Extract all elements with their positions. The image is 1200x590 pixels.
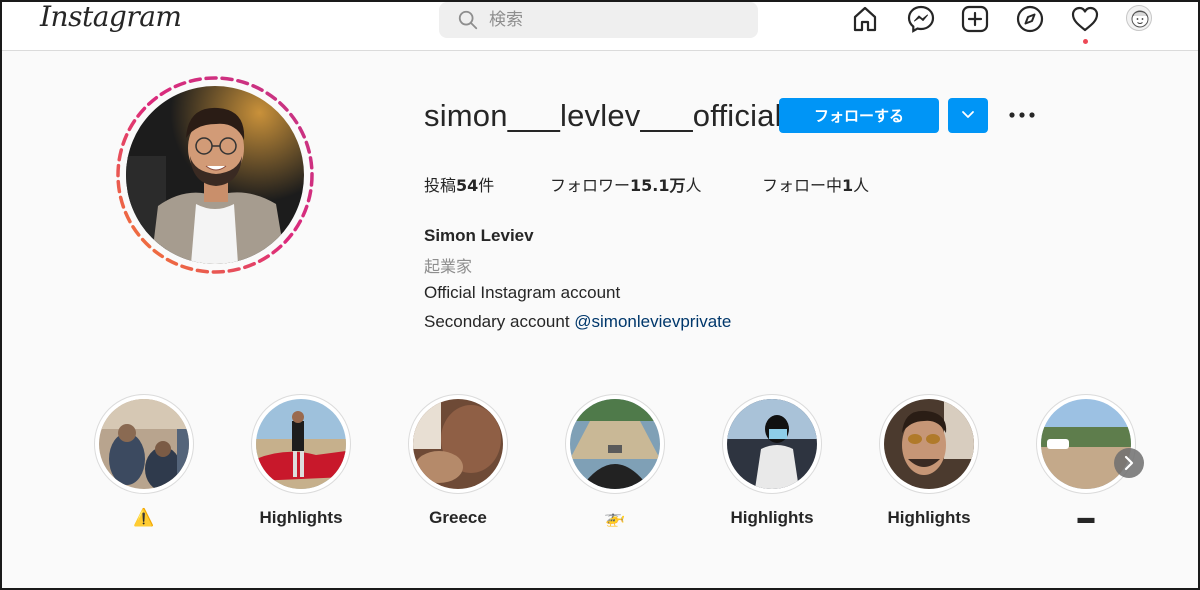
highlight-label: 🚁: [604, 508, 626, 527]
highlight-label: ▬: [1077, 508, 1095, 527]
profile-full-name: Simon Leviev: [424, 226, 534, 245]
profile-photo: [126, 86, 304, 264]
highlight-cover: [727, 399, 817, 489]
messenger-icon[interactable]: [906, 4, 936, 34]
bio-line-1: Official Instagram account: [424, 283, 621, 302]
posts-count: 投稿54件: [424, 176, 495, 195]
bio-text: Secondary account: [424, 312, 575, 331]
following-value: 1: [842, 176, 854, 195]
search-box[interactable]: [439, 2, 758, 38]
highlight-cover: [99, 399, 189, 489]
explore-compass-icon[interactable]: [1015, 4, 1045, 34]
profile-avatar-story[interactable]: [114, 74, 316, 276]
secondary-account-link[interactable]: @simonlevievprivate: [574, 312, 731, 331]
highlight-item[interactable]: Highlights: [879, 394, 979, 529]
highlight-cover: [256, 399, 346, 489]
instagram-logo[interactable]: Instagram: [40, 0, 182, 33]
highlight-label: Highlights: [887, 508, 971, 527]
highlight-cover: [884, 399, 974, 489]
more-options-button[interactable]: [1004, 100, 1040, 130]
notification-dot: [1083, 39, 1088, 44]
activity-heart-icon[interactable]: [1070, 4, 1100, 34]
highlight-item[interactable]: Highlights: [251, 394, 351, 529]
highlight-item[interactable]: Greece: [408, 394, 508, 529]
highlight-item[interactable]: 🚁: [565, 394, 665, 529]
profile-category: 起業家: [424, 257, 473, 276]
search-input[interactable]: [489, 6, 739, 34]
more-horizontal-icon: [1009, 112, 1035, 118]
highlights-next-button[interactable]: [1114, 448, 1144, 478]
profile-avatar-icon[interactable]: [1126, 5, 1152, 31]
highlight-item[interactable]: Highlights: [722, 394, 822, 529]
highlight-label: Highlights: [730, 508, 814, 527]
followers-value: 15.1万: [630, 176, 686, 195]
profile-username: simon___levlev___official: [424, 98, 782, 133]
bio-line-2: Secondary account @simonlevievprivate: [424, 312, 731, 332]
highlight-cover: [570, 399, 660, 489]
top-navigation-bar: Instagram: [2, 0, 1198, 51]
highlight-label: ⚠️: [133, 508, 155, 527]
highlight-label: Highlights: [259, 508, 343, 527]
highlight-label: Greece: [429, 508, 487, 527]
search-icon: [458, 10, 478, 30]
home-icon[interactable]: [850, 4, 880, 34]
posts-value: 54: [456, 176, 479, 195]
user-face-icon: [1131, 10, 1149, 28]
following-count[interactable]: フォロー中1人: [762, 172, 869, 196]
chevron-down-icon: [962, 111, 974, 118]
chevron-right-icon: [1124, 455, 1134, 471]
followers-count[interactable]: フォロワー15.1万人: [550, 172, 702, 196]
new-post-icon[interactable]: [960, 4, 990, 34]
highlight-cover: [413, 399, 503, 489]
suggested-accounts-dropdown-button[interactable]: [948, 98, 988, 133]
follow-button[interactable]: フォローする: [779, 98, 939, 133]
highlight-item[interactable]: ⚠️: [94, 394, 194, 529]
